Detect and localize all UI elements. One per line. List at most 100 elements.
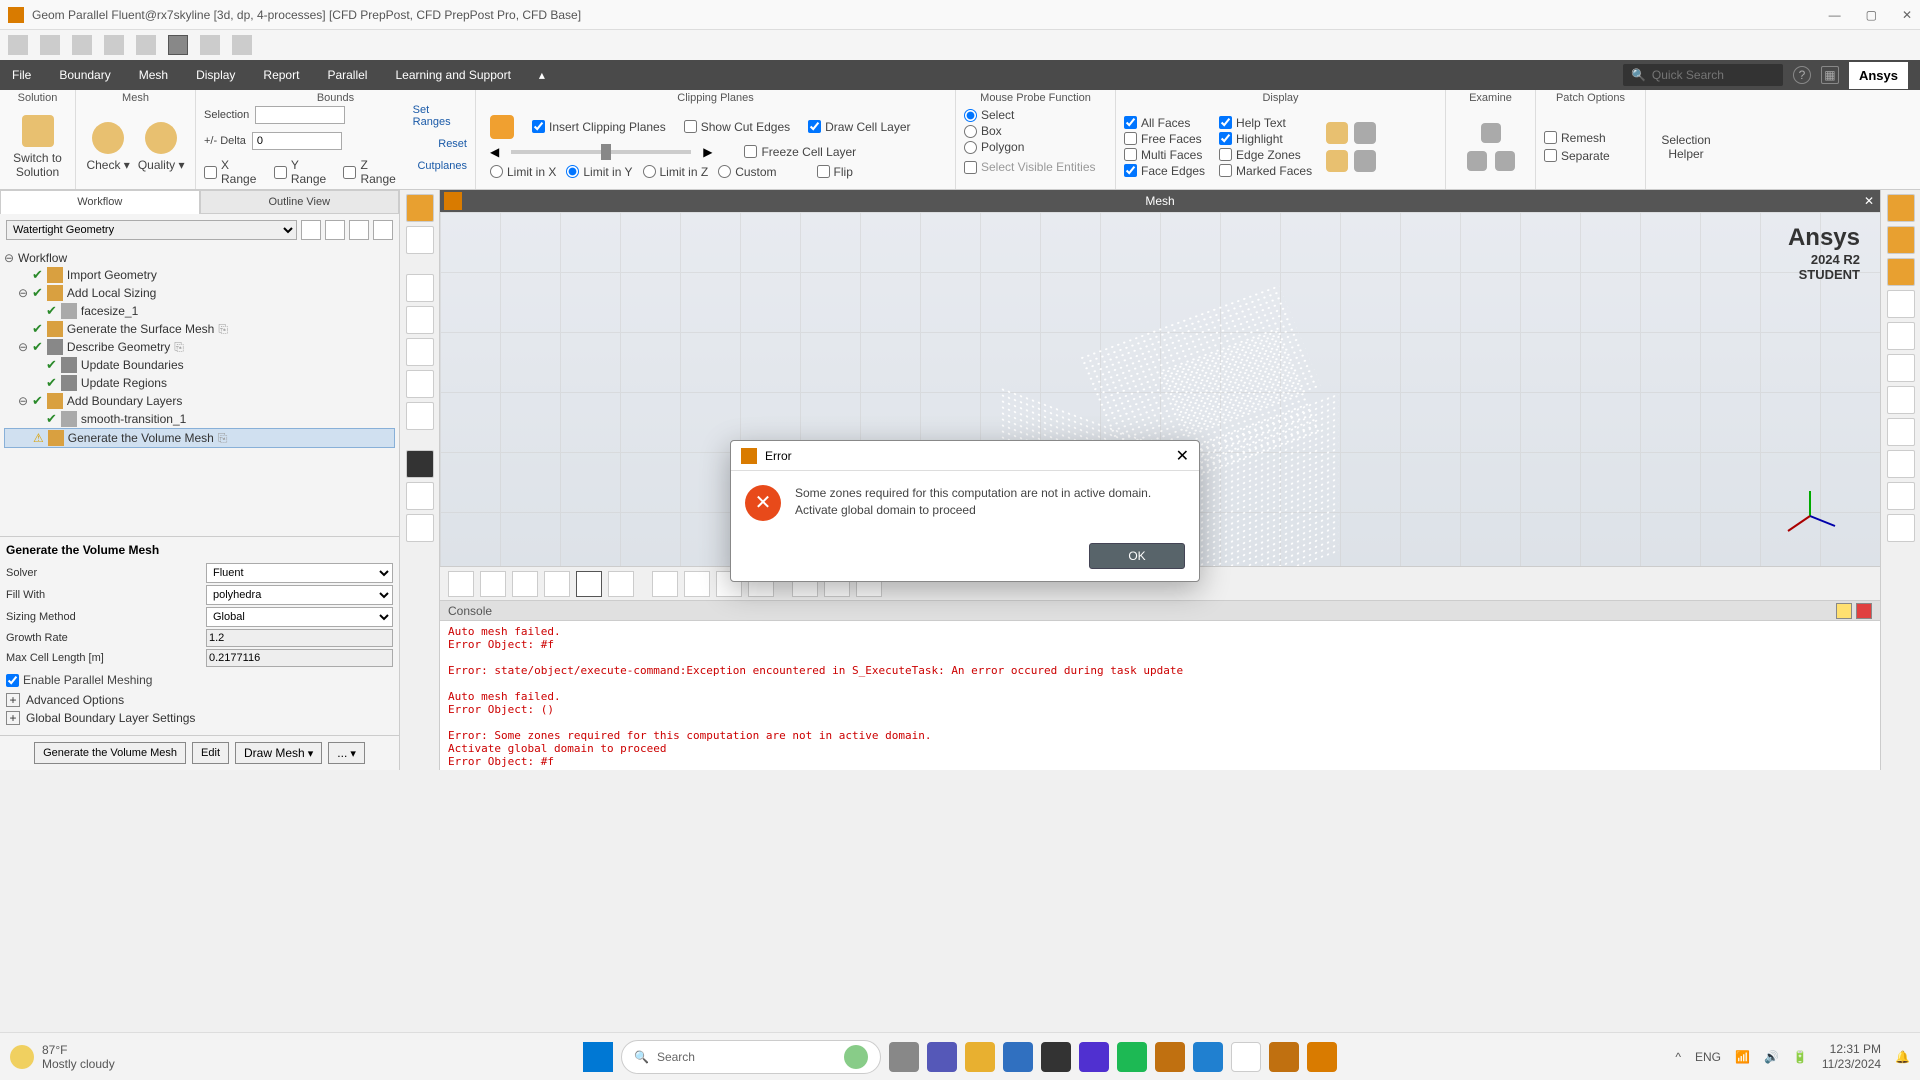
console-warn-icon[interactable] [1836, 603, 1852, 619]
tray-wifi-icon[interactable]: 📶 [1735, 1050, 1750, 1064]
edge-zones-check[interactable]: Edge Zones [1219, 148, 1312, 162]
free-faces-check[interactable]: Free Faces [1124, 132, 1205, 146]
menu-learning[interactable]: Learning and Support [395, 68, 510, 82]
marked-faces-check[interactable]: Marked Faces [1219, 164, 1312, 178]
taskbar-app-icon[interactable] [1269, 1042, 1299, 1072]
edit-button[interactable]: Edit [192, 742, 229, 764]
reset-link[interactable]: Reset [438, 138, 467, 150]
more-button[interactable]: ... ▾ [328, 742, 365, 764]
rtool-icon[interactable] [1887, 290, 1915, 318]
combo-icon[interactable] [301, 220, 321, 240]
show-cut-check[interactable]: Show Cut Edges [684, 120, 790, 134]
tree-node[interactable]: Describe Geometry [67, 340, 170, 354]
minimize-button[interactable]: — [1829, 8, 1841, 22]
parallel-mesh-check[interactable]: Enable Parallel Meshing [6, 673, 393, 687]
rtool-icon[interactable] [1887, 258, 1915, 286]
display-icon[interactable] [1326, 122, 1348, 144]
selection-helper-button[interactable]: Selection Helper [1661, 133, 1710, 161]
zoom-out-icon[interactable] [406, 514, 434, 542]
zrange-check[interactable]: Z Range [343, 158, 402, 186]
global-bl-expand[interactable]: +Global Boundary Layer Settings [6, 711, 393, 725]
face-edges-check[interactable]: Face Edges [1124, 164, 1205, 178]
tab-outline[interactable]: Outline View [200, 190, 400, 214]
viewport-close-icon[interactable]: ✕ [1858, 194, 1880, 208]
display-icon[interactable] [1326, 150, 1348, 172]
search-input[interactable] [1652, 68, 1772, 82]
vtool-icon[interactable] [406, 194, 434, 222]
tree-node[interactable]: Add Boundary Layers [67, 394, 182, 408]
rtool-icon[interactable] [1887, 418, 1915, 446]
box-radio[interactable]: Box [964, 124, 1096, 138]
tray-lang[interactable]: ENG [1695, 1050, 1721, 1064]
fit-icon[interactable] [406, 450, 434, 478]
xrange-check[interactable]: X Range [204, 158, 264, 186]
tool-icon[interactable] [232, 35, 252, 55]
taskbar-app-icon[interactable] [1041, 1042, 1071, 1072]
slider-right-icon[interactable]: ▶ [703, 145, 712, 159]
start-button[interactable] [583, 1042, 613, 1072]
view-icon[interactable] [576, 571, 602, 597]
limit-z-radio[interactable]: Limit in Z [643, 165, 709, 179]
menu-report[interactable]: Report [263, 68, 299, 82]
generate-mesh-button[interactable]: Generate the Volume Mesh [34, 742, 186, 764]
rtool-icon[interactable] [1887, 450, 1915, 478]
taskbar-app-icon[interactable] [1307, 1042, 1337, 1072]
menu-display[interactable]: Display [196, 68, 235, 82]
check-button[interactable]: Check ▾ [86, 122, 129, 172]
remesh-check[interactable]: Remesh [1544, 131, 1606, 145]
tree-node[interactable]: Update Boundaries [81, 358, 184, 372]
menu-mesh[interactable]: Mesh [139, 68, 168, 82]
limit-y-radio[interactable]: Limit in Y [566, 165, 632, 179]
advanced-options-expand[interactable]: +Advanced Options [6, 693, 393, 707]
orbit-icon[interactable] [406, 370, 434, 398]
tray-clock[interactable]: 12:31 PM11/23/2024 [1822, 1042, 1881, 1071]
tray-notifications-icon[interactable]: 🔔 [1895, 1050, 1910, 1064]
rtool-icon[interactable] [1887, 354, 1915, 382]
view-icon[interactable] [544, 571, 570, 597]
info-icon[interactable] [1495, 151, 1515, 171]
tray-chevron-icon[interactable]: ^ [1675, 1050, 1681, 1064]
examine-icon[interactable] [1467, 151, 1487, 171]
quick-search[interactable]: 🔍 [1623, 64, 1783, 86]
taskbar-app-icon[interactable] [889, 1042, 919, 1072]
vtool-icon[interactable] [406, 226, 434, 254]
tool-icon[interactable] [136, 35, 156, 55]
taskbar-app-icon[interactable] [1117, 1042, 1147, 1072]
console-output[interactable]: Auto mesh failed. Error Object: #f Error… [440, 621, 1880, 770]
selection-input[interactable] [255, 106, 345, 124]
menu-boundary[interactable]: Boundary [59, 68, 110, 82]
freeze-cell-check[interactable]: Freeze Cell Layer [744, 145, 856, 159]
multi-faces-check[interactable]: Multi Faces [1124, 148, 1205, 162]
console-error-icon[interactable] [1856, 603, 1872, 619]
tree-node[interactable]: Import Geometry [67, 268, 157, 282]
close-button[interactable]: ✕ [1902, 8, 1912, 22]
taskbar-app-icon[interactable] [1193, 1042, 1223, 1072]
view-icon[interactable] [684, 571, 710, 597]
help-text-check[interactable]: Help Text [1219, 116, 1312, 130]
view-icon[interactable] [512, 571, 538, 597]
settings-icon[interactable]: ▦ [1821, 66, 1839, 84]
set-ranges-link[interactable]: Set Ranges [413, 104, 467, 128]
tab-workflow[interactable]: Workflow [0, 190, 200, 214]
combo-icon[interactable] [349, 220, 369, 240]
tool-icon[interactable] [104, 35, 124, 55]
view-icon[interactable] [480, 571, 506, 597]
yrange-check[interactable]: Y Range [274, 158, 334, 186]
rtool-icon[interactable] [1887, 226, 1915, 254]
rotate-icon[interactable] [406, 306, 434, 334]
weather-widget[interactable]: 87°FMostly cloudy [10, 1043, 115, 1071]
taskbar-app-icon[interactable] [927, 1042, 957, 1072]
view-icon[interactable] [608, 571, 634, 597]
separate-check[interactable]: Separate [1544, 149, 1610, 163]
rtool-icon[interactable] [1887, 482, 1915, 510]
growth-input[interactable] [206, 629, 393, 647]
rtool-icon[interactable] [1887, 386, 1915, 414]
tree-node-selected[interactable]: Generate the Volume Mesh [68, 431, 214, 445]
all-faces-check[interactable]: All Faces [1124, 116, 1205, 130]
tool-icon[interactable] [72, 35, 92, 55]
slider-left-icon[interactable]: ◀ [490, 145, 499, 159]
rtool-icon[interactable] [1887, 514, 1915, 542]
tree-root[interactable]: Workflow [18, 251, 67, 265]
pointer-icon[interactable] [406, 274, 434, 302]
menu-parallel[interactable]: Parallel [327, 68, 367, 82]
